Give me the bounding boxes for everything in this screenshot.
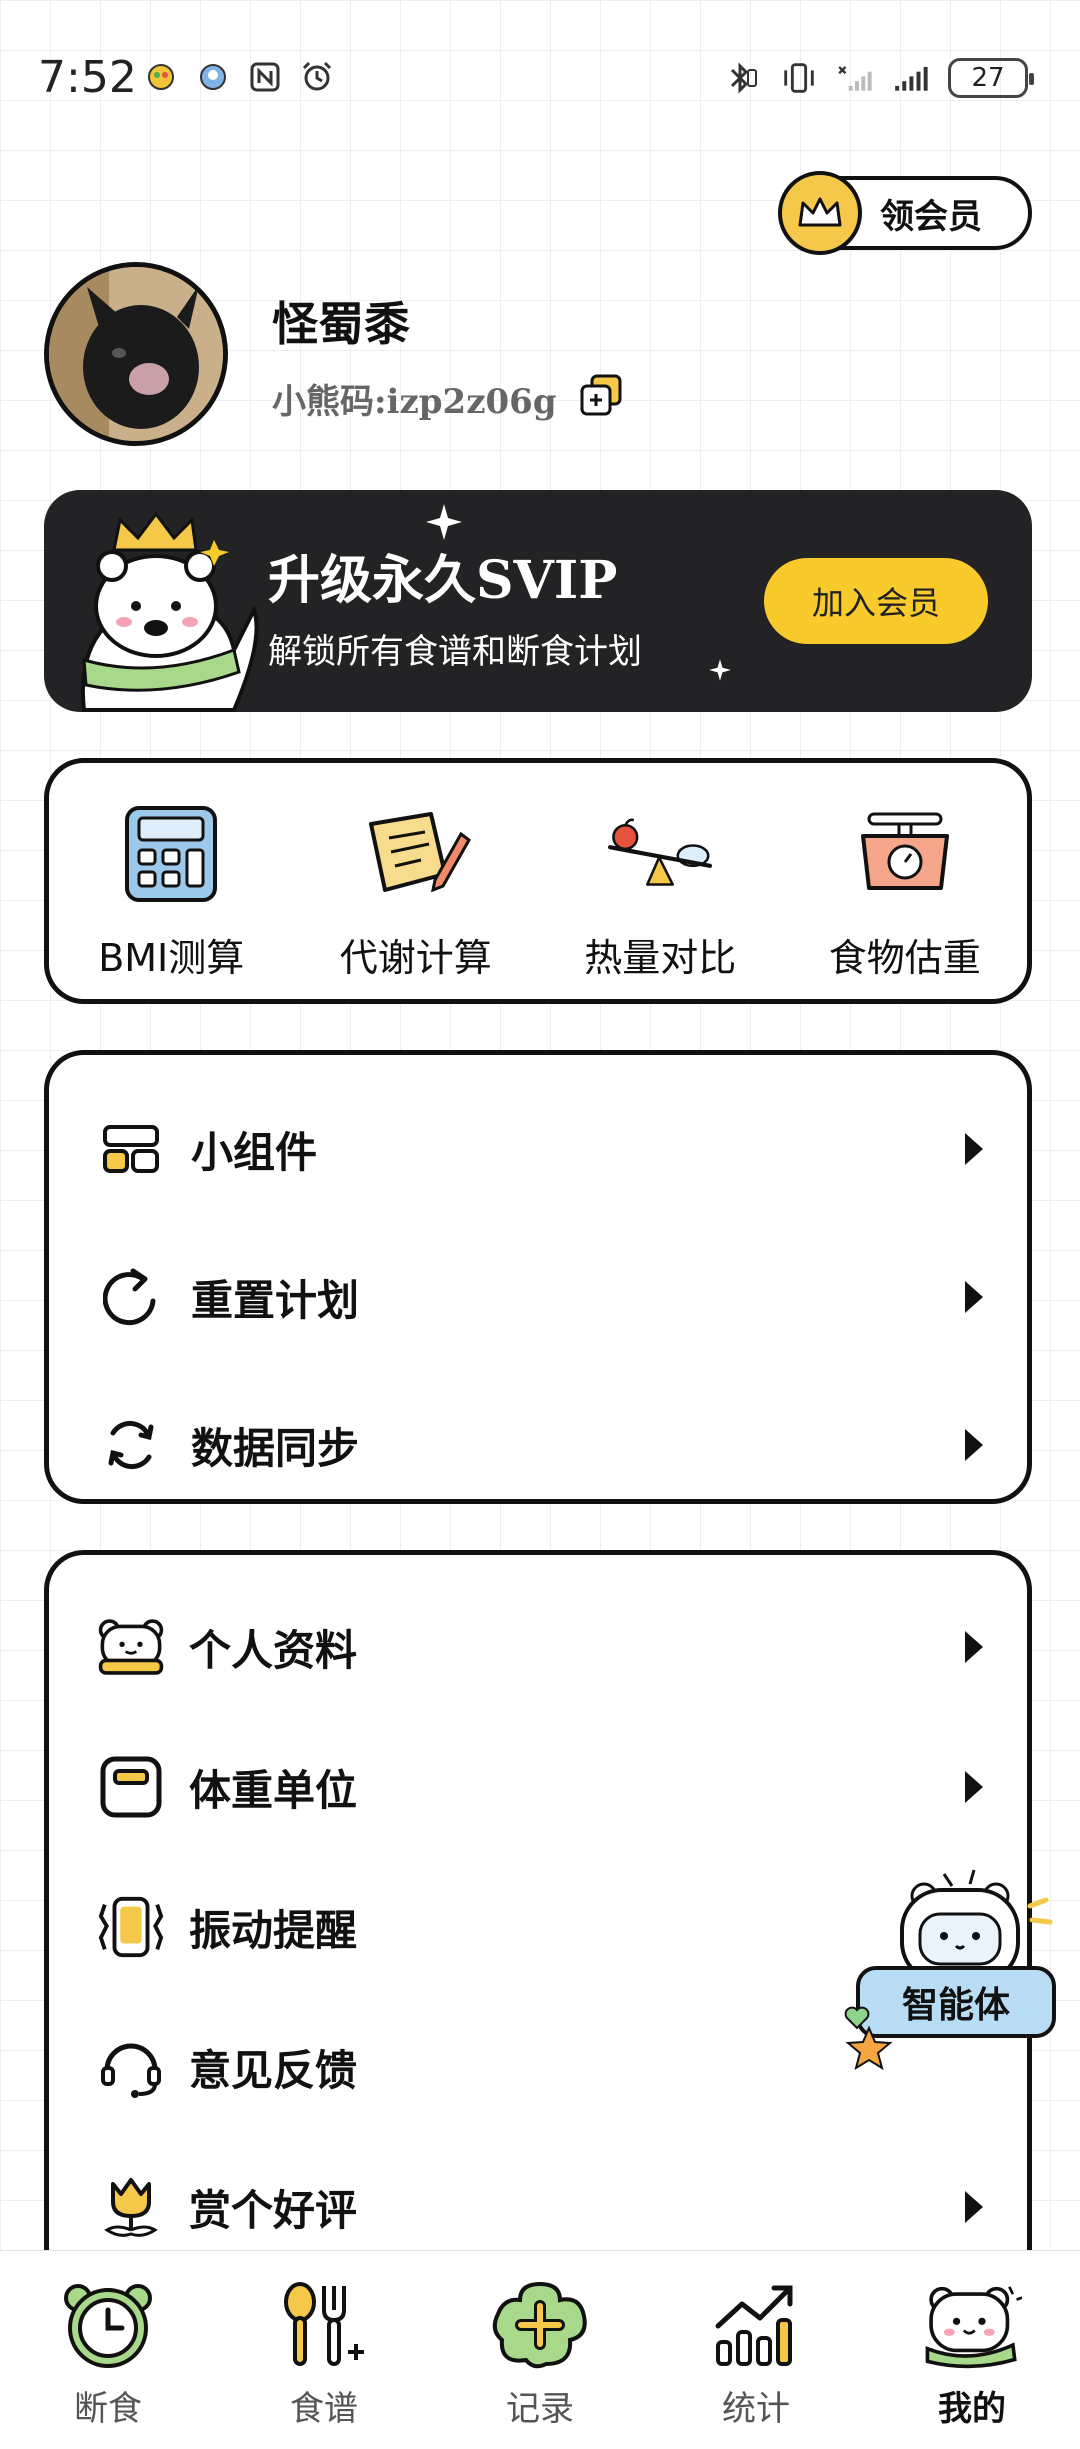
nav-tab-stats-label: 统计 [722,2389,790,2429]
tool-food-weight[interactable]: 食物估重 [783,763,1028,999]
menu-item-weight-unit-label: 体重单位 [189,1765,358,1815]
bluetooth-icon [724,59,762,97]
utensils-icon [274,2275,374,2375]
tool-metabolism-label: 代谢计算 [339,936,492,980]
bear-mascot-icon [64,510,264,712]
crown-icon [778,171,862,255]
menu-item-feedback-label: 意见反馈 [189,2045,358,2095]
menu-item-reset-plan[interactable]: 重置计划 [49,1223,1027,1371]
svip-title: 升级永久SVIP [268,550,618,611]
user-code: 小熊码:izp2z06g [272,382,557,422]
chevron-right-icon [965,1771,983,1803]
chevron-right-icon [965,1631,983,1663]
nav-tab-record[interactable]: 记录 [432,2251,648,2449]
calculator-icon [116,799,226,909]
sparkle-small-icon [708,658,732,686]
nav-tab-recipes[interactable]: 食谱 [216,2251,432,2449]
avatar[interactable] [44,262,228,446]
bear-face-icon [922,2275,1022,2375]
tool-bmi-label: BMI测算 [98,936,245,980]
tool-calorie-compare-label: 热量对比 [584,936,737,980]
nav-tab-fasting[interactable]: 断食 [0,2251,216,2449]
svip-banner[interactable]: 升级永久SVIP 解锁所有食谱和断食计划 加入会员 [44,490,1032,712]
widget-icon [97,1115,165,1183]
tool-food-weight-label: 食物估重 [828,936,981,980]
menu-item-profile-label: 个人资料 [189,1625,358,1675]
status-bar: 7:52 27 [0,0,1080,160]
copy-icon[interactable] [578,372,624,422]
menu-item-profile[interactable]: 个人资料 [49,1577,1027,1717]
nav-tab-me-label: 我的 [938,2389,1006,2429]
svip-subtitle: 解锁所有食谱和断食计划 [268,632,642,672]
get-membership-label: 领会员 [880,196,982,237]
status-icons-left [142,58,336,96]
nfc-icon [246,58,284,96]
status-time: 7:52 [38,52,137,103]
settings-card-1: 小组件 重置计划 数据同步 [44,1050,1032,1504]
join-membership-button[interactable]: 加入会员 [764,558,988,644]
tool-bmi[interactable]: BMI测算 [49,763,294,999]
tool-metabolism[interactable]: 代谢计算 [294,763,539,999]
nav-tab-stats[interactable]: 统计 [648,2251,864,2449]
menu-item-weight-unit[interactable]: 体重单位 [49,1717,1027,1857]
chevron-right-icon [965,1281,983,1313]
weight-unit-icon [97,1753,165,1821]
scroll-pen-icon [361,799,471,909]
menu-item-data-sync[interactable]: 数据同步 [49,1371,1027,1519]
vibrate-icon [97,1893,165,1961]
reset-icon [97,1263,165,1331]
nav-tab-me[interactable]: 我的 [864,2251,1080,2449]
menu-item-reset-plan-label: 重置计划 [191,1275,360,1325]
sync-icon [97,1411,165,1479]
chevron-right-icon [965,2191,983,2223]
menu-item-data-sync-label: 数据同步 [191,1423,360,1473]
clock-icon [58,2275,158,2375]
tool-calorie-compare[interactable]: 热量对比 [538,763,783,999]
bear-profile-icon [97,1613,165,1681]
signal-strong-icon [892,59,930,97]
bottom-nav: 断食 食谱 记录 统计 我的 [0,2250,1080,2449]
vibrate-mode-icon [780,59,818,97]
chevron-right-icon [965,1429,983,1461]
alarm-icon [298,58,336,96]
headset-icon [97,2033,165,2101]
nav-tab-fasting-label: 断食 [74,2389,142,2429]
nav-tab-recipes-label: 食谱 [290,2389,358,2429]
menu-item-vibrate-reminder-label: 振动提醒 [189,1905,358,1955]
battery-indicator: 27 [948,58,1034,98]
signal-weak-icon [836,59,874,97]
chart-icon [706,2275,806,2375]
app-notification-icon [142,58,180,96]
plus-icon [490,2275,590,2375]
seesaw-icon [605,799,715,909]
menu-item-widget[interactable]: 小组件 [49,1075,1027,1223]
heart-icon [844,2006,870,2034]
tulip-icon [97,2173,165,2241]
app-notification-icon-2 [194,58,232,96]
ai-agent-float-button[interactable]: 智能体 [844,1866,1074,2076]
tools-card: BMI测算 代谢计算 热量对比 食物估重 [44,758,1032,1004]
status-icons-right: 27 [724,58,1034,98]
scale-icon [850,799,960,909]
get-membership-button[interactable]: 领会员 [778,171,1032,255]
nav-tab-record-label: 记录 [506,2389,574,2429]
user-name: 怪蜀黍 [272,297,410,351]
chevron-right-icon [965,1133,983,1165]
menu-item-widget-label: 小组件 [191,1127,318,1177]
menu-item-rate-app-label: 赏个好评 [189,2185,358,2235]
